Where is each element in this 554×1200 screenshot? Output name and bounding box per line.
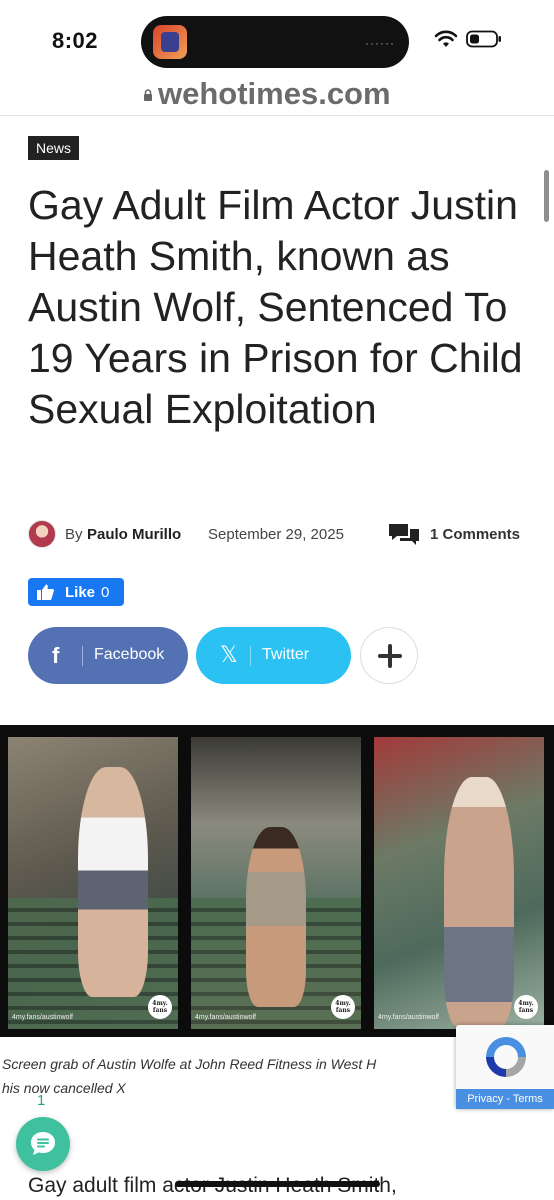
like-button[interactable]: Like 0 bbox=[28, 578, 124, 606]
share-facebook-button[interactable]: f Facebook bbox=[28, 627, 188, 684]
avatar[interactable] bbox=[28, 520, 56, 548]
comment-fab-button[interactable] bbox=[16, 1117, 70, 1171]
facebook-icon: f bbox=[52, 643, 60, 668]
person bbox=[246, 827, 306, 1007]
image-caption: Screen grab of Austin Wolfe at John Reed… bbox=[2, 1056, 377, 1096]
chat-icon bbox=[31, 1132, 55, 1155]
comments-link[interactable]: 1 Comments bbox=[430, 526, 520, 543]
divider bbox=[82, 646, 83, 666]
comment-count: 1 bbox=[37, 1092, 46, 1109]
photo-panel: 4my.fans/austinwolf 4my. fans bbox=[191, 737, 361, 1029]
watermark: 4my.fans/austinwolf bbox=[12, 1014, 73, 1021]
like-label: Like bbox=[65, 584, 96, 601]
battery-icon bbox=[466, 30, 501, 48]
logo-badge: 4my. fans bbox=[148, 995, 172, 1019]
featured-image[interactable]: 4my.fans/austinwolf 4my. fans 4my.fans/a… bbox=[0, 725, 554, 1037]
recaptcha-badge[interactable]: Privacy - Terms bbox=[456, 1025, 554, 1109]
watermark: 4my.fans/austinwolf bbox=[378, 1014, 439, 1021]
status-time: 8:02 bbox=[52, 28, 99, 53]
scroll-indicator[interactable] bbox=[544, 170, 549, 222]
category-badge[interactable]: News bbox=[28, 136, 80, 160]
lock-icon bbox=[144, 89, 152, 101]
author-link[interactable]: Paulo Murillo bbox=[87, 526, 181, 543]
logo-badge: 4my. fans bbox=[331, 995, 355, 1019]
share-twitter-button[interactable]: 𝕏 Twitter bbox=[196, 627, 351, 684]
logo-badge: 4my. fans bbox=[514, 995, 538, 1019]
home-indicator[interactable] bbox=[175, 1181, 380, 1187]
photo-panel: 4my.fans/austinwolf 4my. fans bbox=[374, 737, 544, 1029]
island-dots: ······ bbox=[365, 36, 395, 50]
wifi-icon bbox=[434, 30, 458, 47]
by-label: By bbox=[65, 526, 83, 543]
share-twitter-label: Twitter bbox=[262, 646, 310, 663]
comments-icon[interactable] bbox=[388, 522, 420, 546]
url-text[interactable]: wehotimes.com bbox=[158, 76, 391, 112]
x-icon: 𝕏 bbox=[220, 643, 238, 668]
share-more-button[interactable] bbox=[360, 627, 418, 684]
status-bar: 8:02 ······ bbox=[0, 0, 554, 70]
dynamic-island[interactable]: ······ bbox=[141, 16, 409, 68]
post-date: September 29, 2025 bbox=[208, 526, 344, 543]
plus-icon bbox=[388, 644, 392, 668]
recaptcha-icon bbox=[486, 1037, 526, 1077]
article-title: Gay Adult Film Actor Justin Heath Smith,… bbox=[28, 182, 523, 432]
like-count: 0 bbox=[101, 584, 110, 601]
photo-panel: 4my.fans/austinwolf 4my. fans bbox=[8, 737, 178, 1029]
divider bbox=[250, 646, 251, 666]
person bbox=[444, 777, 514, 1027]
thumbs-up-icon bbox=[37, 584, 54, 600]
person bbox=[78, 767, 148, 997]
recaptcha-links[interactable]: Privacy - Terms bbox=[456, 1089, 554, 1109]
watermark: 4my.fans/austinwolf bbox=[195, 1014, 256, 1021]
app-icon bbox=[153, 25, 187, 59]
share-facebook-label: Facebook bbox=[94, 646, 165, 663]
